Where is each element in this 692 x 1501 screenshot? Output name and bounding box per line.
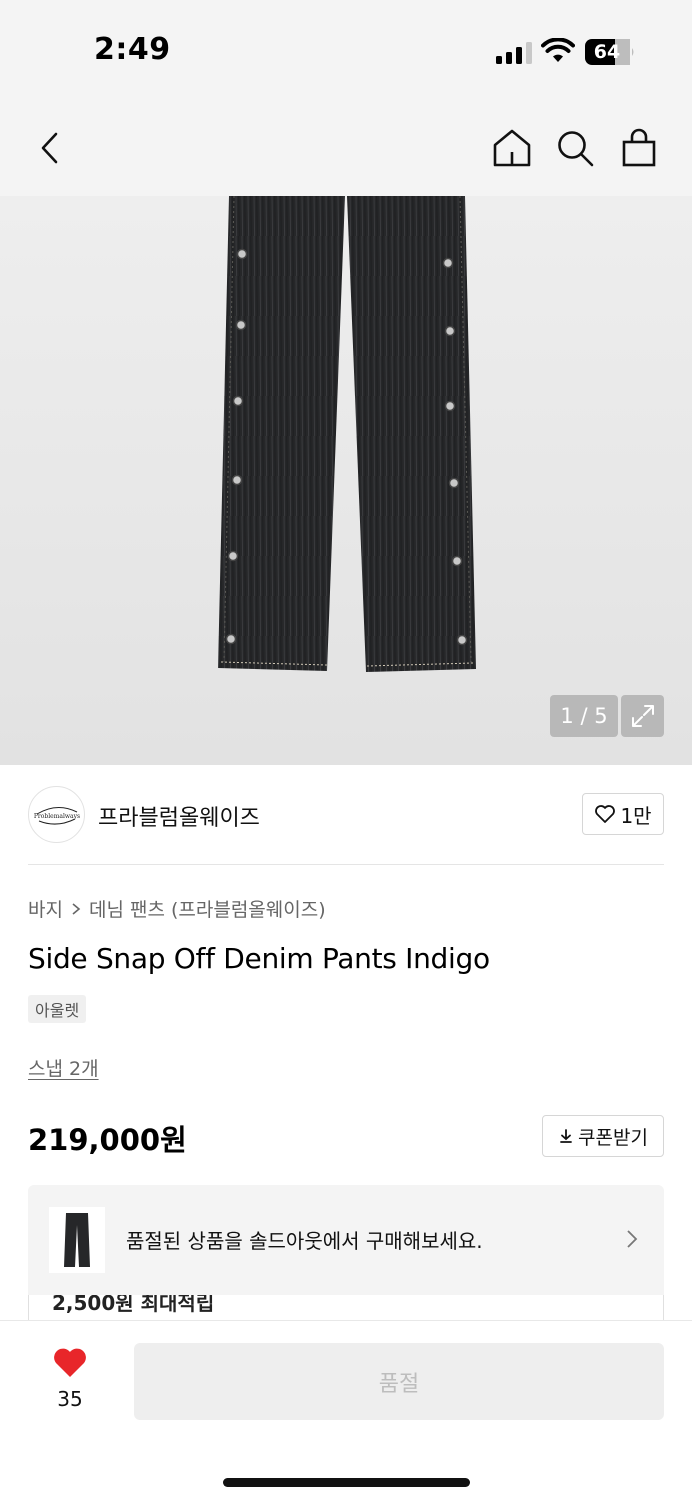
coupon-label: 쿠폰받기 [578, 1126, 648, 1149]
brand-name[interactable]: 프라블럼올웨이즈 [98, 800, 260, 832]
like-button[interactable]: 35 [40, 1347, 100, 1417]
soldout-promo-banner[interactable]: 품절된 상품을 솔드아웃에서 구매해보세요. [28, 1185, 664, 1295]
wifi-icon [541, 38, 575, 62]
search-icon [558, 131, 594, 167]
top-navigation [0, 100, 692, 196]
soldout-button[interactable]: 품절 [134, 1343, 664, 1420]
points-text: 2,500원 최대적립 [52, 1295, 215, 1315]
like-count: 35 [57, 1387, 83, 1411]
brand-logo-text: Problemalways [33, 813, 79, 820]
product-image [218, 196, 476, 672]
heart-outline-icon [595, 805, 616, 823]
brand-like-count: 1만 [620, 803, 652, 828]
bottom-action-bar: 35 품절 [0, 1320, 692, 1501]
back-button[interactable] [24, 122, 76, 174]
battery-indicator: 64 [585, 39, 635, 65]
status-time: 2:49 [94, 32, 171, 67]
breadcrumb: 바지 데님 팬츠 (프라블럼올웨이즈) [28, 895, 326, 922]
expand-button[interactable] [621, 695, 664, 737]
heart-filled-icon [54, 1348, 86, 1377]
outlet-tag: 아울렛 [28, 995, 87, 1023]
download-icon [560, 1129, 572, 1143]
brand-logo[interactable]: Problemalways [28, 786, 85, 843]
expand-icon [631, 705, 654, 727]
product-title: Side Snap Off Denim Pants Indigo [28, 942, 490, 975]
status-bar: 2:49 64 [0, 0, 692, 100]
chevron-right-icon [72, 902, 81, 915]
promo-text: 품절된 상품을 솔드아웃에서 구매해보세요. [126, 1229, 483, 1253]
shopping-bag-icon [622, 128, 656, 167]
breadcrumb-category[interactable]: 바지 [28, 895, 63, 922]
breadcrumb-subcategory[interactable]: 데님 팬츠 (프라블럼올웨이즈) [89, 895, 326, 922]
home-button[interactable] [486, 122, 538, 174]
snaps-link[interactable]: 스냅 2개 [28, 1054, 99, 1081]
cellular-signal-icon [496, 42, 532, 64]
battery-level: 64 [593, 41, 621, 63]
home-icon [493, 129, 531, 167]
brand-like-button[interactable]: 1만 [582, 793, 664, 835]
brand-row: Problemalways 프라블럼올웨이즈 1만 [28, 786, 664, 865]
product-gallery[interactable] [0, 196, 692, 765]
coupon-button[interactable]: 쿠폰받기 [542, 1115, 664, 1157]
promo-thumbnail [49, 1207, 105, 1273]
home-indicator [223, 1478, 470, 1487]
chevron-left-icon [41, 132, 58, 164]
chevron-right-icon [627, 1230, 638, 1248]
product-price: 219,000원 [28, 1123, 187, 1157]
cart-button[interactable] [613, 122, 665, 174]
brand-logo-mark: Problemalways [33, 806, 80, 824]
image-counter: 1 / 5 [550, 695, 618, 737]
search-button[interactable] [549, 122, 601, 174]
